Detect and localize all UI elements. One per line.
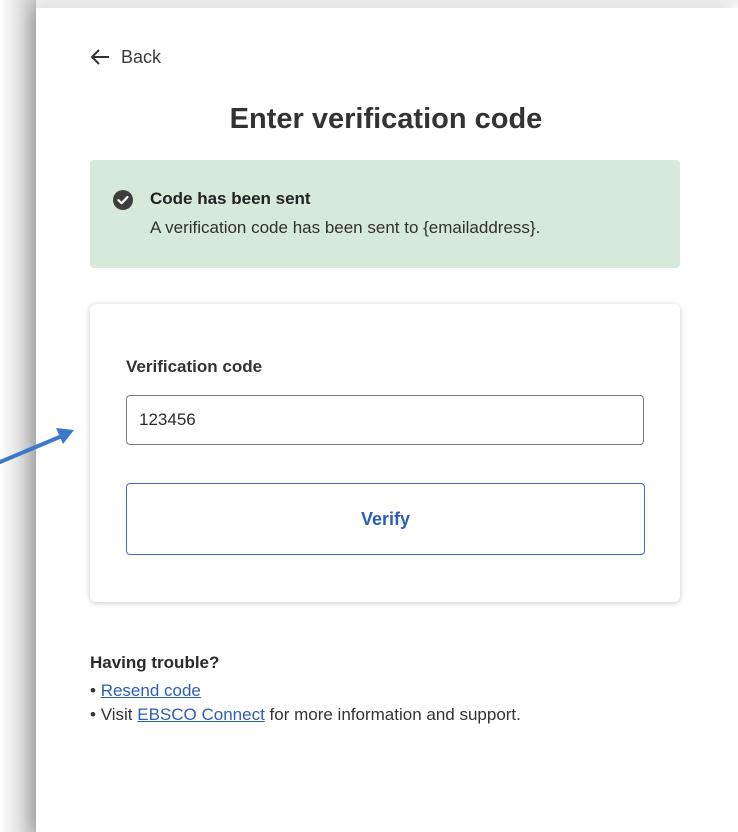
verification-code-input[interactable]: [126, 395, 644, 445]
success-alert: Code has been sent A verification code h…: [90, 160, 680, 268]
bullet: •: [90, 705, 96, 724]
help-section: Having trouble? • Resend code • Visit EB…: [90, 653, 690, 727]
verify-button[interactable]: Verify: [126, 483, 645, 555]
back-label: Back: [121, 46, 162, 67]
help-item-resend: • Resend code: [90, 679, 690, 703]
alert-title: Code has been sent: [150, 189, 311, 208]
annotation-arrow-icon: [0, 428, 74, 464]
back-link[interactable]: Back: [89, 46, 161, 68]
verification-code-label: Verification code: [126, 357, 263, 376]
page-title: Enter verification code: [229, 103, 543, 135]
screen: Back Enter verification code Code has be…: [0, 0, 738, 832]
help-title: Having trouble?: [90, 653, 220, 672]
visit-prefix: Visit: [100, 705, 133, 724]
verification-form-card: Verification code Verify: [90, 304, 680, 602]
check-circle-icon: [113, 190, 133, 210]
visit-suffix: for more information and support.: [269, 705, 521, 724]
arrow-left-icon: [90, 49, 109, 65]
resend-code-link[interactable]: Resend code: [101, 681, 201, 700]
help-item-connect: • Visit EBSCO Connect for more informati…: [90, 703, 690, 727]
alert-message: A verification code has been sent to {em…: [150, 218, 541, 237]
ebsco-connect-link[interactable]: EBSCO Connect: [137, 705, 265, 724]
bullet: •: [90, 681, 96, 700]
